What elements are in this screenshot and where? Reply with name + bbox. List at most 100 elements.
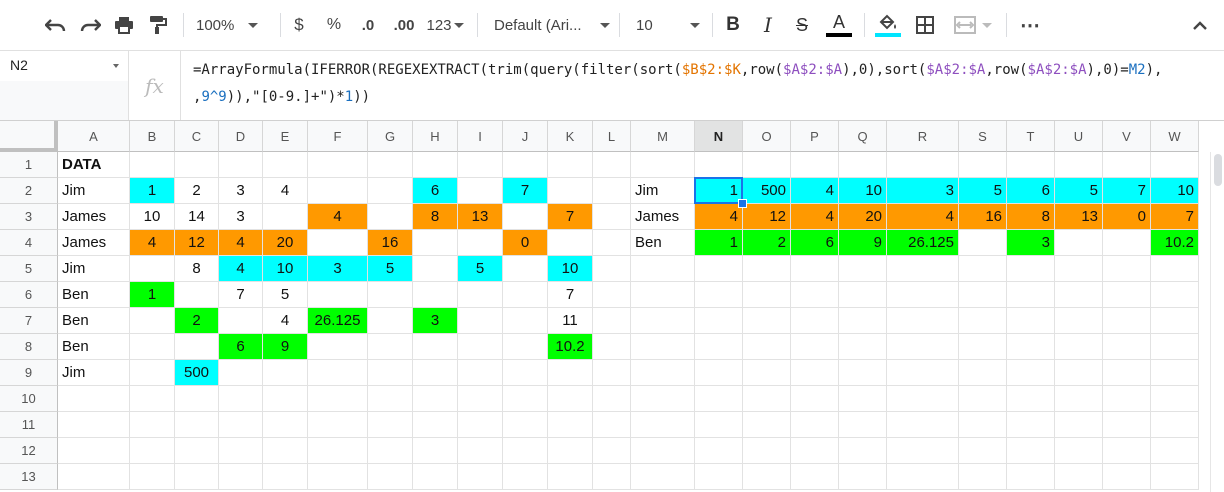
cell-v12[interactable] [1103,438,1151,464]
cell-d6[interactable]: 7 [219,282,263,308]
cell-n1[interactable] [695,152,743,178]
cell-j4[interactable]: 0 [503,230,548,256]
cell-m4[interactable]: Ben [631,230,695,256]
cell-c3[interactable]: 14 [175,204,219,230]
cell-r3[interactable]: 4 [887,204,959,230]
cell-c5[interactable]: 8 [175,256,219,282]
cell-u8[interactable] [1055,334,1103,360]
cell-j11[interactable] [503,412,548,438]
italic-button[interactable]: I [755,10,781,40]
cell-q11[interactable] [839,412,887,438]
row-header-11[interactable]: 11 [0,412,58,438]
cell-c8[interactable] [175,334,219,360]
cell-o8[interactable] [743,334,791,360]
cell-r10[interactable] [887,386,959,412]
cell-q5[interactable] [839,256,887,282]
cell-v10[interactable] [1103,386,1151,412]
cell-h13[interactable] [413,464,458,490]
row-header-1[interactable]: 1 [0,152,58,178]
cell-k8[interactable]: 10.2 [548,334,593,360]
cell-r1[interactable] [887,152,959,178]
cell-a10[interactable] [58,386,130,412]
cell-i10[interactable] [458,386,503,412]
cell-v7[interactable] [1103,308,1151,334]
cell-k2[interactable] [548,178,593,204]
cell-j8[interactable] [503,334,548,360]
cell-n6[interactable] [695,282,743,308]
scrollbar-thumb[interactable] [1214,154,1222,186]
cell-a9[interactable]: Jim [58,360,130,386]
cell-f3[interactable]: 4 [308,204,368,230]
cell-u12[interactable] [1055,438,1103,464]
cell-a8[interactable]: Ben [58,334,130,360]
cell-d13[interactable] [219,464,263,490]
cell-n7[interactable] [695,308,743,334]
bold-button[interactable]: B [720,10,746,40]
formula-input[interactable]: =ArrayFormula(IFERROR(REGEXEXTRACT(trim(… [193,57,1218,111]
cell-d11[interactable] [219,412,263,438]
cell-f7[interactable]: 26.125 [308,308,368,334]
cell-a3[interactable]: James [58,204,130,230]
cell-h4[interactable] [413,230,458,256]
cell-l1[interactable] [593,152,631,178]
cell-t5[interactable] [1007,256,1055,282]
text-color-button[interactable]: A [824,10,854,40]
cell-m7[interactable] [631,308,695,334]
cell-q6[interactable] [839,282,887,308]
cell-b12[interactable] [130,438,175,464]
cell-t8[interactable] [1007,334,1055,360]
cell-o3[interactable]: 12 [743,204,791,230]
cell-p3[interactable]: 4 [791,204,839,230]
cell-h8[interactable] [413,334,458,360]
cell-g8[interactable] [368,334,413,360]
cell-p11[interactable] [791,412,839,438]
cell-o1[interactable] [743,152,791,178]
cell-i4[interactable] [458,230,503,256]
cell-e11[interactable] [263,412,308,438]
cell-u13[interactable] [1055,464,1103,490]
cell-q9[interactable] [839,360,887,386]
cell-o4[interactable]: 2 [743,230,791,256]
cell-h10[interactable] [413,386,458,412]
cell-j2[interactable]: 7 [503,178,548,204]
cell-b4[interactable]: 4 [130,230,175,256]
cell-h9[interactable] [413,360,458,386]
cell-v6[interactable] [1103,282,1151,308]
cell-a13[interactable] [58,464,130,490]
cell-f6[interactable] [308,282,368,308]
cell-v3[interactable]: 0 [1103,204,1151,230]
cell-m9[interactable] [631,360,695,386]
row-header-4[interactable]: 4 [0,230,58,256]
cell-p12[interactable] [791,438,839,464]
cell-r13[interactable] [887,464,959,490]
cell-v11[interactable] [1103,412,1151,438]
cell-i6[interactable] [458,282,503,308]
cell-j9[interactable] [503,360,548,386]
cell-i12[interactable] [458,438,503,464]
cell-d7[interactable] [219,308,263,334]
cell-d10[interactable] [219,386,263,412]
column-header-p[interactable]: P [791,121,839,152]
cell-g4[interactable]: 16 [368,230,413,256]
cell-l13[interactable] [593,464,631,490]
more-formats-button[interactable]: 123 [424,10,466,40]
cell-u5[interactable] [1055,256,1103,282]
cell-i7[interactable] [458,308,503,334]
column-header-l[interactable]: L [593,121,631,152]
cell-m10[interactable] [631,386,695,412]
cell-e2[interactable]: 4 [263,178,308,204]
cell-j12[interactable] [503,438,548,464]
cell-c12[interactable] [175,438,219,464]
cell-i1[interactable] [458,152,503,178]
print-button[interactable] [108,10,140,40]
cell-c9[interactable]: 500 [175,360,219,386]
undo-button[interactable] [40,10,72,40]
cell-d9[interactable] [219,360,263,386]
cell-t9[interactable] [1007,360,1055,386]
cell-p5[interactable] [791,256,839,282]
cell-a7[interactable]: Ben [58,308,130,334]
cell-p4[interactable]: 6 [791,230,839,256]
cell-p7[interactable] [791,308,839,334]
cell-h3[interactable]: 8 [413,204,458,230]
cell-j1[interactable] [503,152,548,178]
